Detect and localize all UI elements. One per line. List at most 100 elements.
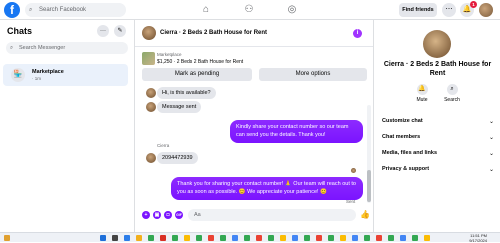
top-navigation-bar: f ⌕ Search Facebook ⌂ ⚇ ◎ Find friends ⋯… bbox=[0, 0, 500, 20]
message-out: Kindly share your contact number so our … bbox=[230, 120, 363, 143]
chrome-icon[interactable] bbox=[232, 235, 238, 241]
os-taskbar: 11:51 PM 9/17/2024 bbox=[0, 232, 500, 243]
section-label: Chat members bbox=[382, 134, 421, 140]
privacy-support-section[interactable]: Privacy & support ⌄ bbox=[382, 166, 494, 173]
conversation-details-panel: Cierra · 2 Beds 2 Bath House for Rent 🔔 … bbox=[373, 20, 500, 232]
chrome-icon[interactable] bbox=[352, 235, 358, 241]
clock-date: 9/17/2024 bbox=[469, 238, 487, 243]
mute-label: Mute bbox=[416, 97, 428, 103]
contact-avatar-small bbox=[146, 88, 156, 98]
sidebar-item-marketplace[interactable]: 🏪 Marketplace · 1m bbox=[3, 64, 128, 86]
app-icon[interactable] bbox=[160, 235, 166, 241]
sidebar-item-time: · 1m bbox=[32, 76, 41, 81]
more-options-button[interactable]: More options bbox=[259, 68, 367, 81]
chrome-icon[interactable] bbox=[328, 235, 334, 241]
chrome-icon[interactable] bbox=[172, 235, 178, 241]
search-icon: ⌕ bbox=[10, 45, 14, 51]
chats-sidebar: Chats ··· ✎ ⌕ Search Messenger 🏪 Marketp… bbox=[0, 20, 135, 232]
search-conversation-button[interactable]: ⌕ Search bbox=[437, 84, 467, 103]
media-files-links-section[interactable]: Media, files and links ⌄ bbox=[382, 150, 494, 157]
facebook-search-placeholder: Search Facebook bbox=[39, 7, 87, 13]
photo-icon[interactable]: ▣ bbox=[153, 211, 161, 219]
chrome-icon[interactable] bbox=[316, 235, 322, 241]
marketplace-icon: 🏪 bbox=[11, 68, 25, 82]
search-icon: ⌕ bbox=[446, 84, 458, 95]
chrome-icon[interactable] bbox=[148, 235, 154, 241]
start-icon[interactable] bbox=[100, 235, 106, 241]
new-message-button[interactable]: ✎ bbox=[114, 25, 126, 37]
mark-as-pending-button[interactable]: Mark as pending bbox=[142, 68, 252, 81]
gif-icon[interactable]: GIF bbox=[175, 211, 183, 219]
chrome-icon[interactable] bbox=[280, 235, 286, 241]
plus-icon[interactable]: + bbox=[142, 211, 150, 219]
details-title: Cierra · 2 Beds 2 Bath House for Rent bbox=[383, 61, 492, 77]
contact-avatar-large[interactable] bbox=[423, 30, 451, 58]
message-out: Thank you for sharing your contact numbe… bbox=[171, 177, 363, 200]
conversation-header: Cierra · 2 Beds 2 Bath House for Rent i bbox=[135, 20, 373, 47]
home-icon[interactable]: ⌂ bbox=[199, 3, 213, 17]
chrome-icon[interactable] bbox=[412, 235, 418, 241]
groups-icon[interactable]: ◎ bbox=[285, 3, 299, 17]
sidebar-item-label: Marketplace bbox=[32, 69, 64, 75]
grid-icon: ⋯ bbox=[445, 6, 453, 13]
section-label: Privacy & support bbox=[382, 166, 430, 172]
chat-options-button[interactable]: ··· bbox=[97, 25, 109, 37]
chevron-down-icon: ⌄ bbox=[488, 119, 494, 125]
listing-source: Marketplace bbox=[157, 52, 182, 57]
chrome-icon[interactable] bbox=[376, 235, 382, 241]
chrome-icon[interactable] bbox=[388, 235, 394, 241]
conversation-title[interactable]: Cierra · 2 Beds 2 Bath House for Rent bbox=[160, 30, 267, 36]
info-icon[interactable]: i bbox=[353, 29, 362, 38]
chrome-icon[interactable] bbox=[196, 235, 202, 241]
chrome-icon[interactable] bbox=[208, 235, 214, 241]
sticker-icon[interactable]: ◘ bbox=[164, 211, 172, 219]
chrome-icon[interactable] bbox=[244, 235, 250, 241]
message-in: 2094472939 bbox=[157, 152, 198, 164]
chat-members-section[interactable]: Chat members ⌄ bbox=[382, 134, 494, 141]
edge-icon[interactable] bbox=[124, 235, 130, 241]
customize-chat-section[interactable]: Customize chat ⌄ bbox=[382, 118, 494, 125]
chrome-icon[interactable] bbox=[256, 235, 262, 241]
chrome-icon[interactable] bbox=[364, 235, 370, 241]
mute-button[interactable]: 🔔 Mute bbox=[407, 84, 437, 103]
facebook-logo[interactable]: f bbox=[4, 2, 20, 18]
listing-price-title[interactable]: $1,250 · 2 Beds 2 Bath House for Rent bbox=[157, 59, 243, 65]
messenger-search-input[interactable]: ⌕ Search Messenger bbox=[6, 42, 128, 54]
weather-icon[interactable] bbox=[4, 235, 10, 241]
bell-icon: 🔔 bbox=[416, 84, 428, 95]
sent-status: Sent bbox=[346, 199, 356, 204]
chrome-icon[interactable] bbox=[424, 235, 430, 241]
chrome-icon[interactable] bbox=[304, 235, 310, 241]
facebook-search-input[interactable]: ⌕ Search Facebook bbox=[25, 3, 126, 17]
chrome-icon[interactable] bbox=[400, 235, 406, 241]
contact-avatar-small bbox=[146, 153, 156, 163]
profile-avatar[interactable] bbox=[479, 3, 493, 17]
search-icon[interactable] bbox=[112, 235, 118, 241]
like-icon[interactable]: 👍 bbox=[360, 210, 370, 219]
messenger-search-placeholder: Search Messenger bbox=[19, 45, 66, 51]
notifications-badge: 1 bbox=[470, 1, 477, 8]
chrome-icon[interactable] bbox=[184, 235, 190, 241]
chrome-icon[interactable] bbox=[268, 235, 274, 241]
more-icon: ··· bbox=[100, 28, 106, 34]
chrome-icon[interactable] bbox=[220, 235, 226, 241]
section-label: Media, files and links bbox=[382, 150, 438, 156]
conversation-pane: Cierra · 2 Beds 2 Bath House for Rent i … bbox=[135, 20, 373, 232]
chat-scrollbar-thumb[interactable] bbox=[367, 170, 371, 202]
find-friends-button[interactable]: Find friends bbox=[399, 3, 437, 17]
chrome-icon[interactable] bbox=[340, 235, 346, 241]
file-explorer-icon[interactable] bbox=[136, 235, 142, 241]
message-input[interactable]: Aa bbox=[188, 209, 356, 221]
seen-indicator-avatar bbox=[351, 168, 356, 173]
chats-title: Chats bbox=[7, 26, 33, 36]
listing-thumbnail[interactable] bbox=[142, 52, 155, 65]
notifications-button[interactable]: 🔔 1 bbox=[460, 1, 477, 17]
chrome-icon[interactable] bbox=[292, 235, 298, 241]
bell-icon: 🔔 bbox=[462, 6, 472, 13]
message-composer: + ▣ ◘ GIF Aa 👍 bbox=[135, 207, 373, 225]
friends-icon[interactable]: ⚇ bbox=[242, 3, 256, 17]
message-input-placeholder: Aa bbox=[194, 212, 201, 218]
menu-grid-button[interactable]: ⋯ bbox=[442, 3, 456, 17]
contact-avatar[interactable] bbox=[142, 26, 156, 40]
chevron-down-icon: ⌄ bbox=[488, 135, 494, 141]
